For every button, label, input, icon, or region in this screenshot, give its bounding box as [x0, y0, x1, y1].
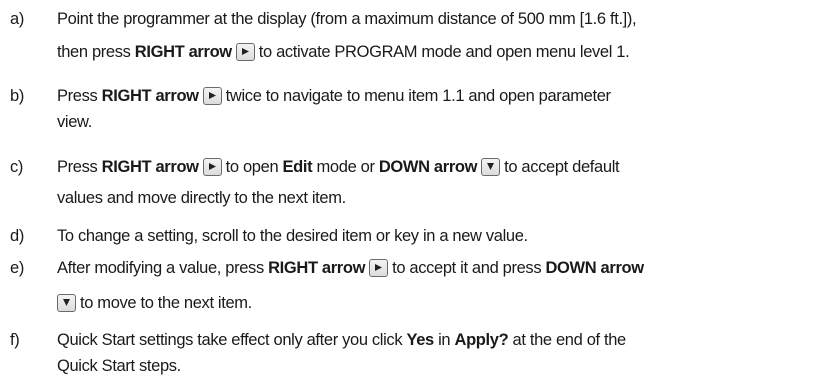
step-text: values and move directly to the next ite… [57, 189, 346, 207]
right-arrow-key [202, 87, 222, 105]
step-line: values and move directly to the next ite… [57, 189, 346, 208]
step-text: After modifying a value, press [57, 259, 269, 277]
step-line: Quick Start settings take effect only af… [57, 331, 816, 350]
step-body: After modifying a value, press RIGHT arr… [57, 259, 816, 312]
step-text: to accept it and press [392, 259, 546, 277]
step-text: To change a setting, scroll to the desir… [57, 227, 528, 245]
bold-term: Apply? [454, 331, 509, 349]
step-body: Press RIGHT arrow to open Edit mode or DO… [57, 158, 816, 207]
step-marker: e) [10, 259, 24, 277]
bold-term: RIGHT arrow [268, 259, 366, 277]
step-text: Point the programmer at the display (fro… [57, 10, 637, 28]
right-arrow-key [369, 259, 389, 277]
step-text: view. [57, 113, 92, 131]
step-marker: c) [10, 158, 24, 176]
step-text: Quick Start steps. [57, 357, 181, 375]
step-line: to move to the next item. [53, 294, 252, 313]
bold-term: DOWN arrow [545, 259, 644, 277]
step-line: view. [57, 113, 92, 132]
down-arrow-key [57, 294, 76, 312]
bold-term: Edit [282, 158, 313, 176]
bold-term: RIGHT arrow [101, 87, 199, 105]
step-text: to open [225, 158, 283, 176]
step-line: then press RIGHT arrow to activate PROGRA… [57, 43, 630, 62]
step-marker: b) [10, 87, 24, 105]
step-body: Quick Start settings take effect only af… [57, 331, 816, 375]
step-line: Press RIGHT arrow to open Edit mode or DO… [57, 158, 816, 177]
step-body: To change a setting, scroll to the desir… [57, 227, 816, 246]
step-text: mode or [312, 158, 379, 176]
step-text: Quick Start settings take effect only af… [57, 331, 407, 349]
step-text: to move to the next item. [80, 294, 252, 312]
step-body: Press RIGHT arrow twice to navigate to me… [57, 87, 816, 131]
step-text: Press [57, 158, 102, 176]
down-arrow-key [481, 158, 501, 176]
bold-term: RIGHT arrow [101, 158, 199, 176]
bold-term: DOWN arrow [378, 158, 478, 176]
right-arrow-key [235, 43, 255, 61]
step-marker: a) [10, 10, 24, 28]
step-text: then press [57, 43, 135, 61]
right-arrow-key [202, 158, 222, 176]
step-body: Point the programmer at the display (fro… [57, 10, 816, 61]
bold-term: RIGHT arrow [134, 43, 232, 61]
step-text: to activate PROGRAM mode and open menu l… [258, 43, 630, 61]
step-line: Quick Start steps. [57, 357, 181, 376]
step-text: at the end of the [508, 331, 627, 349]
step-marker: d) [10, 227, 24, 245]
step-text: Press [57, 87, 102, 105]
step-line: To change a setting, scroll to the desir… [57, 227, 816, 246]
step-text: twice to navigate to menu item 1.1 and o… [225, 87, 611, 105]
step-line: After modifying a value, press RIGHT arr… [57, 259, 816, 278]
instruction-list: a) Point the programmer at the display (… [0, 0, 822, 388]
bold-term: Yes [406, 331, 434, 349]
step-line: Press RIGHT arrow twice to navigate to me… [57, 87, 816, 106]
step-line: Point the programmer at the display (fro… [57, 10, 816, 29]
step-marker: f) [10, 331, 20, 349]
step-text: to accept default [504, 158, 620, 176]
step-text: in [433, 331, 455, 349]
